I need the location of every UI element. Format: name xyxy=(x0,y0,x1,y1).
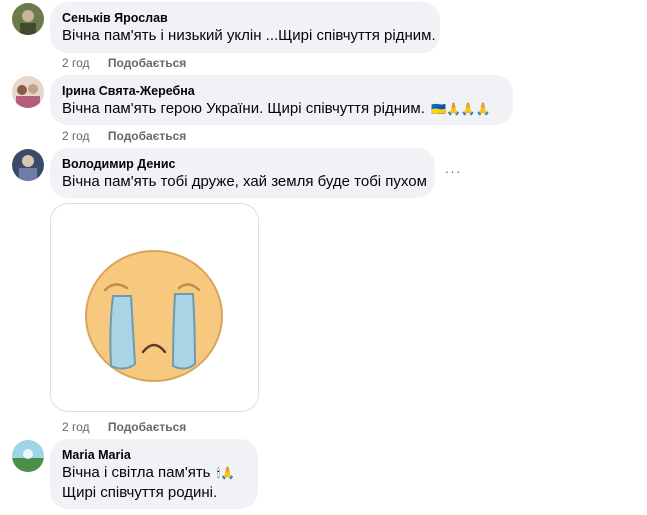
candle-pray-emojis: 🕯🙏 xyxy=(216,466,236,481)
comment-time[interactable]: 2 год xyxy=(62,419,90,435)
comment-bubble: Ірина Свята-Жеребна Вічна пам'ять герою … xyxy=(50,75,513,125)
comment-text: Вічна пам'ять і низький уклін ...Щирі сп… xyxy=(62,27,436,44)
crying-face-icon xyxy=(85,250,223,382)
comment-author[interactable]: Сеньків Ярослав xyxy=(62,10,428,26)
avatar[interactable] xyxy=(12,440,44,472)
comment-text: Вічна і світла пам'ять 🕯🙏 xyxy=(62,463,246,483)
comment-text-line2: Щирі співчуття родині. xyxy=(62,484,218,502)
flag-and-pray-emojis: 🇺🇦🙏🙏🙏 xyxy=(431,102,491,117)
comment-meta: 2 год Подобається xyxy=(62,128,186,144)
avatar[interactable] xyxy=(12,76,44,108)
comment-meta: 2 год Подобається xyxy=(62,419,186,435)
comment-bubble: Володимир Денис Вічна пам'ять тобі друже… xyxy=(50,148,435,198)
like-button[interactable]: Подобається xyxy=(108,55,186,71)
comment-bubble: Maria Maria Вічна і світла пам'ять 🕯🙏 Щи… xyxy=(50,439,258,509)
comment-author[interactable]: Ірина Свята-Жеребна xyxy=(62,83,501,99)
comment-meta: 2 год Подобається xyxy=(62,55,186,71)
avatar[interactable] xyxy=(12,3,44,35)
like-button[interactable]: Подобається xyxy=(108,419,186,435)
comment-text-content: Вічна пам'ять герою України. Щирі співчу… xyxy=(62,100,425,117)
comment-time[interactable]: 2 год xyxy=(62,55,90,71)
comment-text: Вічна пам'ять герою України. Щирі співчу… xyxy=(62,99,501,119)
comment-bubble: Сеньків Ярослав Вічна пам'ять і низький … xyxy=(50,2,440,53)
comment-author[interactable]: Maria Maria xyxy=(62,447,246,463)
like-button[interactable]: Подобається xyxy=(108,128,186,144)
crying-face-sticker xyxy=(50,203,259,412)
comment-text: Вічна пам'ять тобі друже, хай земля буде… xyxy=(62,173,427,190)
comment-time[interactable]: 2 год xyxy=(62,128,90,144)
avatar[interactable] xyxy=(12,149,44,181)
comment-author[interactable]: Володимир Денис xyxy=(62,156,423,172)
more-options-icon[interactable]: ··· xyxy=(444,162,462,180)
comment-text-line1: Вічна і світла пам'ять xyxy=(62,464,211,481)
